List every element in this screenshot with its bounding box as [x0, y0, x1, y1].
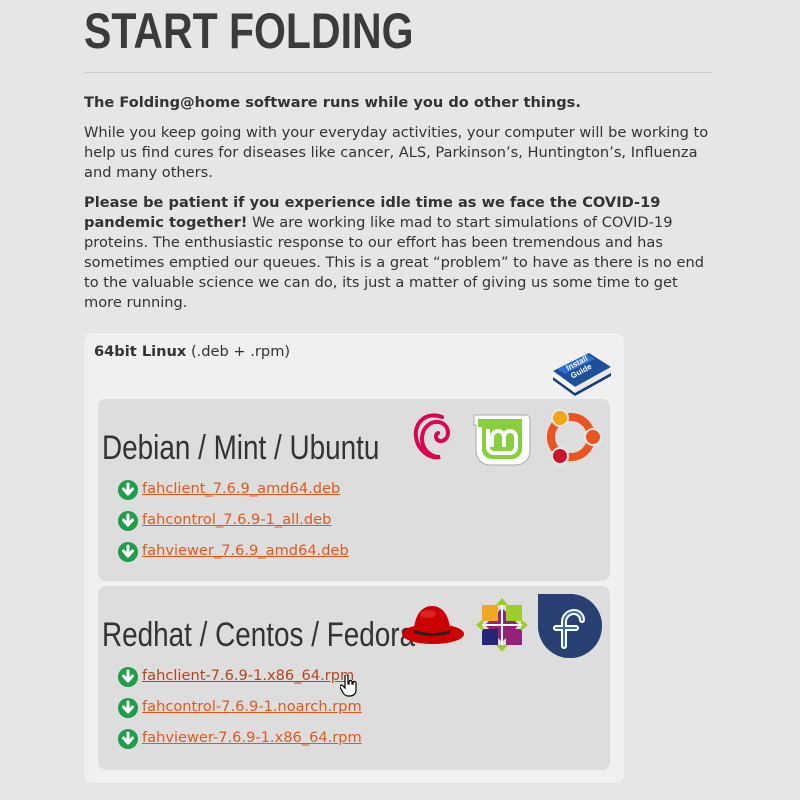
redhat-logo	[400, 600, 466, 650]
fedora-logo	[538, 594, 602, 658]
install-guide-book-icon[interactable]: Install Guide	[549, 341, 615, 397]
download-link-row: fahclient_7.6.9_amd64.deb	[118, 479, 340, 501]
centos-logo	[474, 596, 530, 654]
ubuntu-logo	[538, 405, 604, 469]
download-arrow-icon	[118, 511, 138, 531]
intro-text: While you keep going with your everyday …	[84, 124, 709, 181]
download-link-fahcontrol-rpm[interactable]: fahcontrol-7.6.9-1.noarch.rpm	[142, 698, 362, 715]
hand-cursor-icon	[339, 673, 358, 697]
download-arrow-icon	[118, 480, 138, 500]
debian-group: Debian / Mint / Ubuntu fahclient_7.6.9_a…	[98, 399, 610, 581]
debian-group-title: Debian / Mint / Ubuntu	[102, 429, 380, 467]
intro-heading: The Folding@home software runs while you…	[84, 93, 710, 113]
download-link-fahcontrol-deb[interactable]: fahcontrol_7.6.9-1_all.deb	[142, 511, 331, 528]
download-arrow-icon	[118, 729, 138, 749]
intro-paragraph: While you keep going with your everyday …	[84, 123, 710, 183]
intro-bold-text: The Folding@home software runs while you…	[84, 94, 581, 111]
download-link-row: fahclient-7.6.9-1.x86_64.rpm	[118, 666, 354, 688]
debian-logo	[408, 407, 460, 469]
page-title: START FOLDING	[84, 3, 414, 59]
notice-paragraph: Please be patient if you experience idle…	[84, 193, 710, 313]
linux-header: 64bit Linux (.deb + .rpm)	[94, 343, 290, 360]
linux-label: 64bit Linux	[94, 343, 187, 360]
download-arrow-icon	[118, 542, 138, 562]
linux-package-types: (.deb + .rpm)	[186, 343, 291, 360]
download-link-row: fahcontrol_7.6.9-1_all.deb	[118, 510, 331, 532]
download-link-fahviewer-deb[interactable]: fahviewer_7.6.9_amd64.deb	[142, 542, 349, 559]
title-divider	[84, 72, 712, 73]
download-arrow-icon	[118, 698, 138, 718]
download-link-fahviewer-rpm[interactable]: fahviewer-7.6.9-1.x86_64.rpm	[142, 729, 362, 746]
download-link-row: fahcontrol-7.6.9-1.noarch.rpm	[118, 697, 362, 719]
download-link-row: fahviewer_7.6.9_amd64.deb	[118, 541, 349, 563]
redhat-group-title: Redhat / Centos / Fedora	[102, 616, 416, 654]
linux-download-panel: 64bit Linux (.deb + .rpm) Install Guide …	[84, 333, 624, 783]
download-arrow-icon	[118, 667, 138, 687]
download-link-fahclient-rpm[interactable]: fahclient-7.6.9-1.x86_64.rpm	[142, 667, 354, 684]
download-link-row: fahviewer-7.6.9-1.x86_64.rpm	[118, 728, 362, 750]
mint-logo	[470, 411, 532, 467]
download-link-fahclient-deb[interactable]: fahclient_7.6.9_amd64.deb	[142, 480, 340, 497]
